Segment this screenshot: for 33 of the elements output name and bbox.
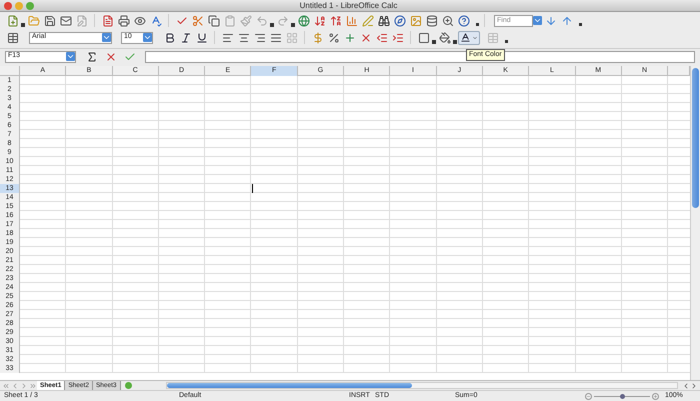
font-color-icon: [460, 32, 471, 43]
find-replace-icon[interactable]: [376, 13, 391, 28]
save-icon[interactable]: [42, 13, 57, 28]
scroll-right-icon[interactable]: [690, 382, 698, 390]
next-sheet-icon[interactable]: [20, 382, 28, 390]
chart-icon[interactable]: [344, 13, 359, 28]
caret-icon: [472, 34, 478, 40]
close-window-icon[interactable]: [4, 2, 12, 10]
add-sheet-icon[interactable]: [124, 382, 132, 389]
borders-icon[interactable]: [416, 30, 431, 45]
print-icon[interactable]: [116, 13, 131, 28]
zoom-out-icon: [585, 392, 592, 400]
last-sheet-icon[interactable]: [29, 382, 37, 390]
background-color-icon[interactable]: [437, 30, 452, 45]
formula-input-field[interactable]: [145, 50, 695, 62]
previous-sheet-icon[interactable]: [11, 382, 19, 390]
font-color-button[interactable]: [458, 30, 480, 44]
vertical-scrollbar[interactable]: [690, 66, 700, 380]
text-cursor: [252, 184, 254, 193]
first-sheet-icon[interactable]: [2, 382, 10, 390]
styles-icon[interactable]: [5, 30, 20, 45]
scroll-left-icon[interactable]: [682, 382, 690, 390]
data-sources-icon[interactable]: [424, 13, 439, 28]
zoom-icon[interactable]: [440, 13, 455, 28]
horizontal-scrollbar[interactable]: [166, 382, 678, 389]
help-icon[interactable]: [456, 13, 471, 28]
hyperlink-icon[interactable]: [296, 13, 311, 28]
window-title: Untitled 1 - LibreOffice Calc: [298, 0, 398, 12]
zoom-in-icon: [652, 392, 659, 400]
navigator-icon[interactable]: [392, 13, 407, 28]
zoom-slider-thumb[interactable]: [620, 394, 624, 398]
copy-icon[interactable]: [206, 13, 221, 28]
merge-cells-icon[interactable]: [284, 30, 299, 45]
